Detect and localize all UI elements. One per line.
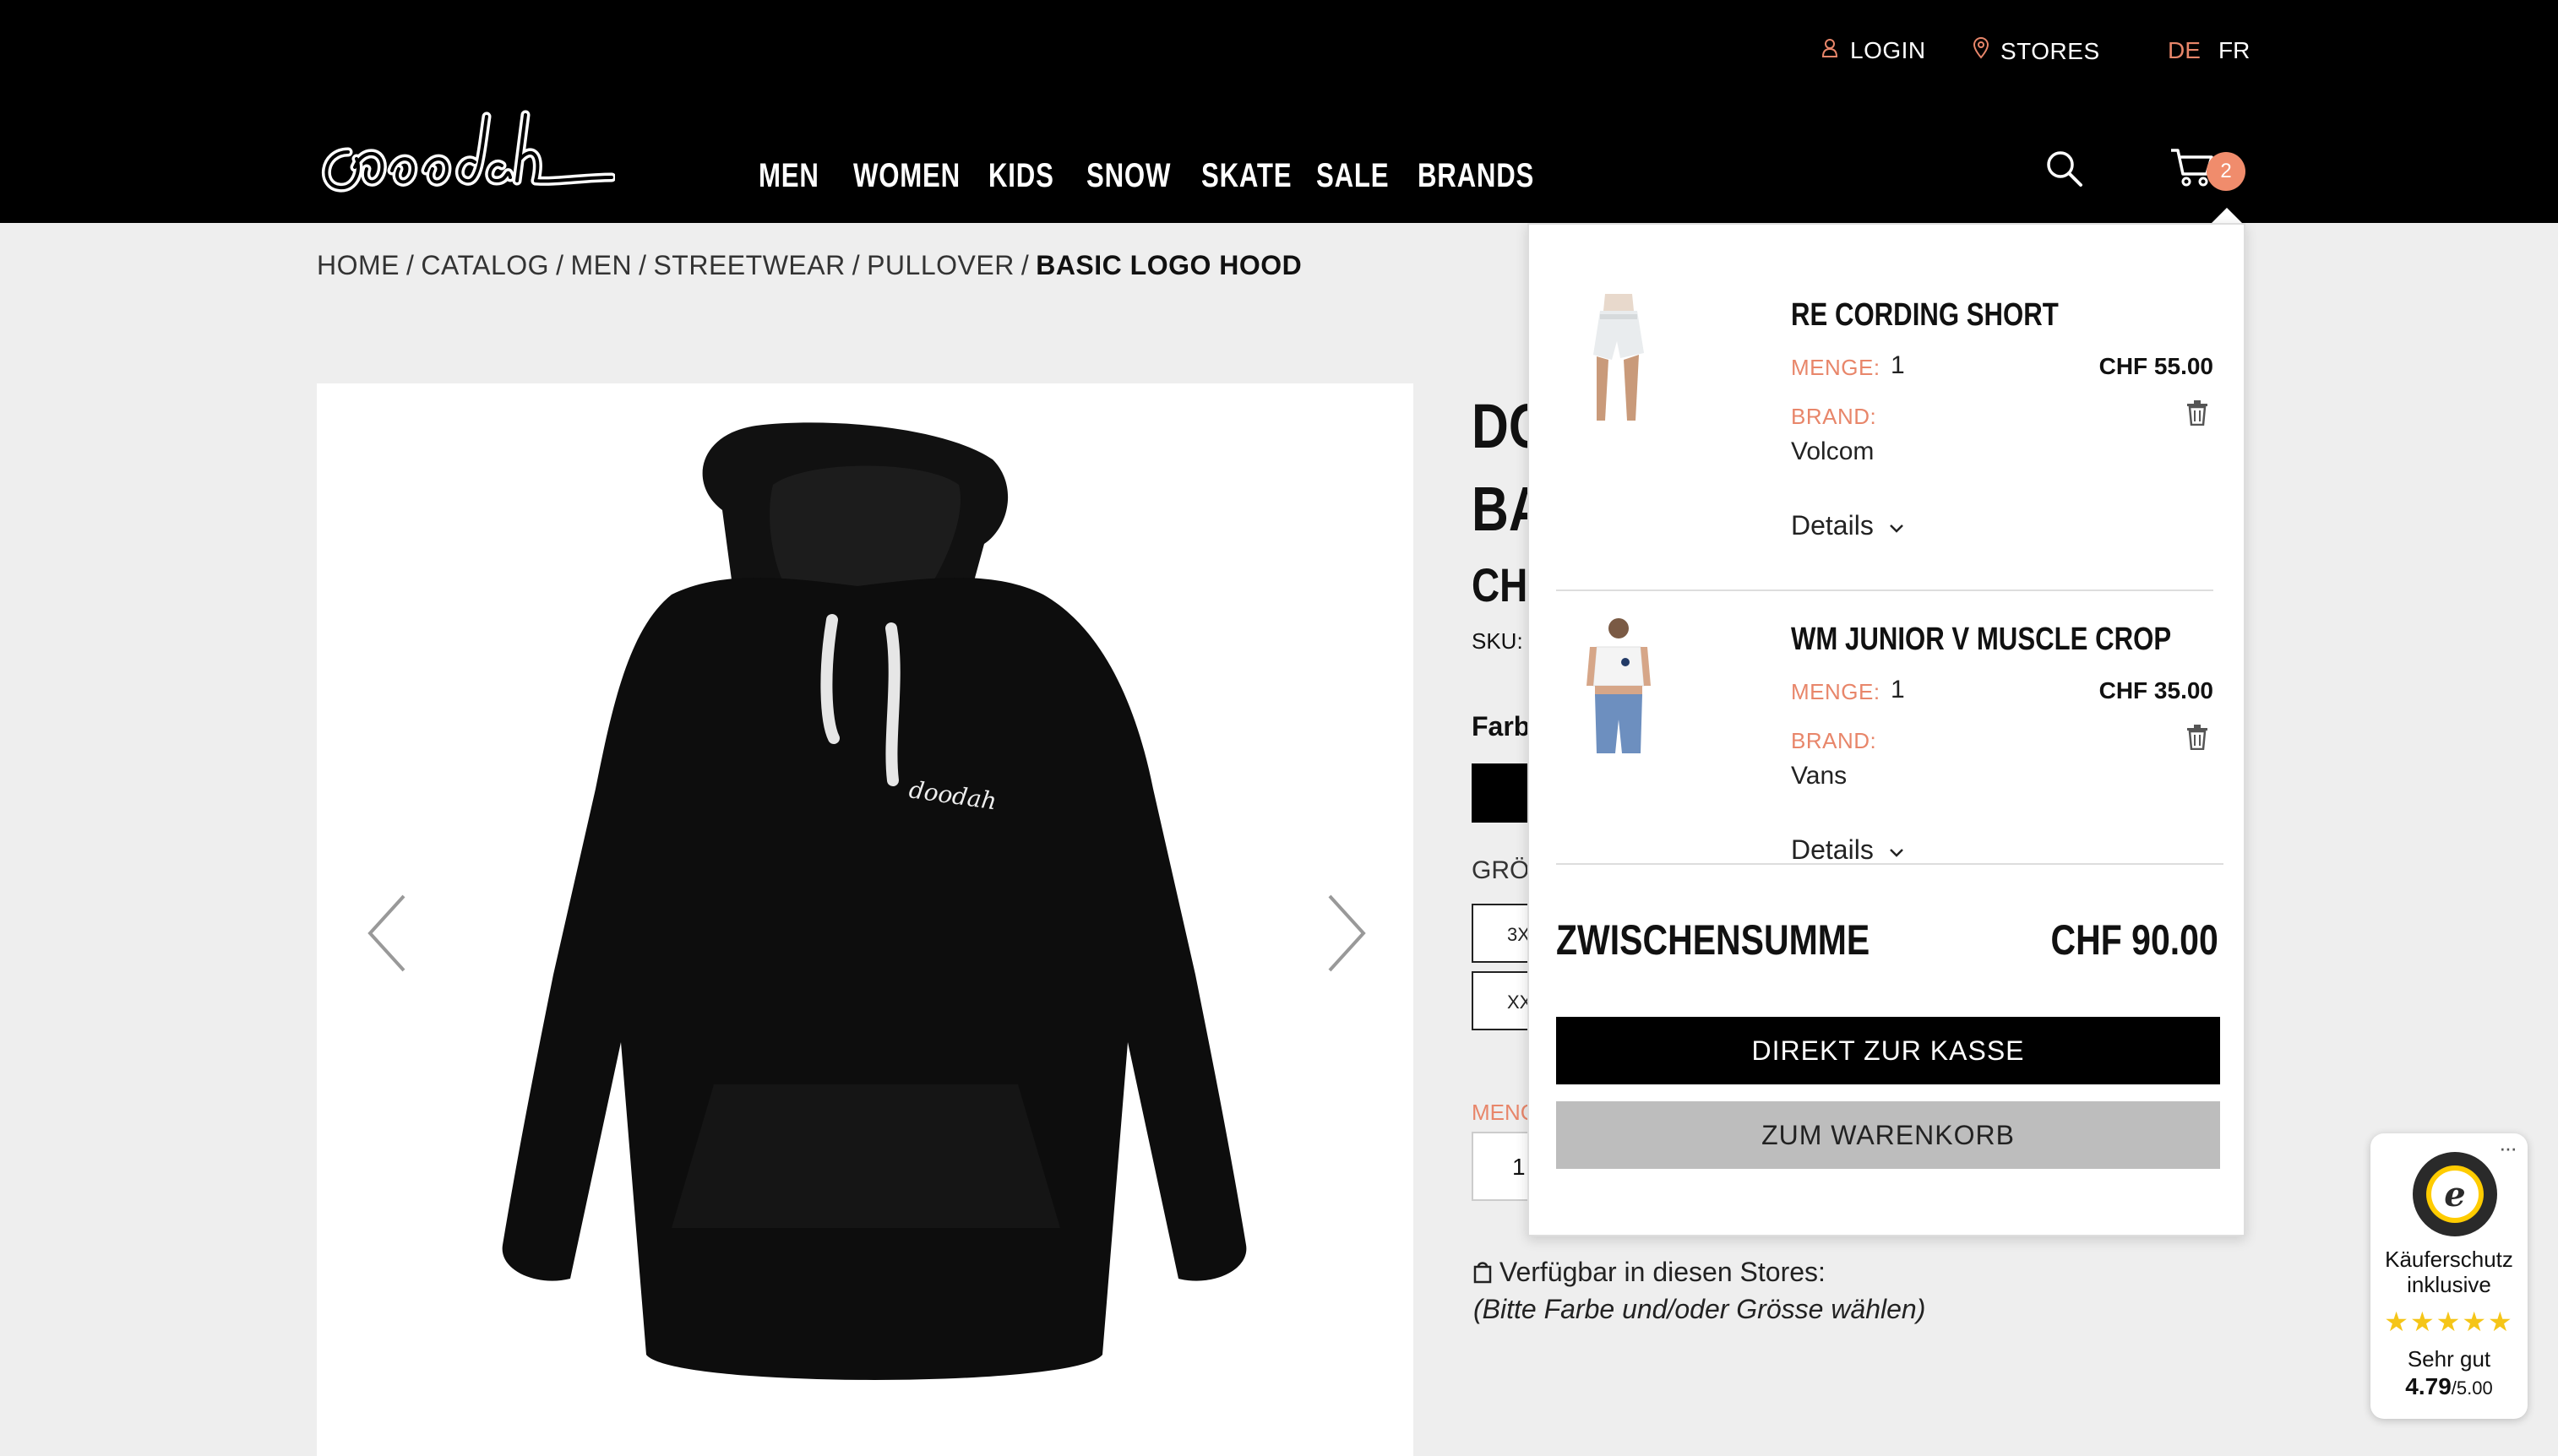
nav-skate[interactable]: SKATE bbox=[1201, 157, 1318, 195]
item-price: CHF 35.00 bbox=[2098, 677, 2213, 704]
nav-brands[interactable]: BRANDS bbox=[1418, 157, 1567, 195]
product-sku-label: SKU: bbox=[1472, 628, 1523, 654]
item-qty-value: 1 bbox=[1891, 351, 1905, 379]
hoodie-image: doodah bbox=[502, 422, 1247, 1380]
breadcrumb-catalog[interactable]: CATALOG bbox=[421, 250, 549, 280]
location-pin-icon bbox=[1973, 36, 1989, 65]
item-qty-value: 1 bbox=[1891, 676, 1905, 704]
cart-count-badge[interactable]: 2 bbox=[2207, 152, 2245, 191]
item-brand-value: Vans bbox=[1791, 762, 1848, 790]
store-availability: Verfügbar in diesen Stores: bbox=[1473, 1257, 1826, 1288]
chevron-down-icon bbox=[1889, 849, 1903, 857]
stores-label: STORES bbox=[2000, 37, 2100, 64]
item-price: CHF 55.00 bbox=[2098, 353, 2213, 379]
more-options-icon[interactable]: ··· bbox=[2499, 1135, 2517, 1161]
checkout-button[interactable]: DIREKT ZUR KASSE bbox=[1556, 1017, 2220, 1084]
user-icon bbox=[1821, 38, 1838, 64]
size-label: GRÖ bbox=[1472, 856, 1530, 884]
login-label: LOGIN bbox=[1850, 37, 1926, 63]
nav-men[interactable]: MEN bbox=[759, 157, 836, 195]
item-name[interactable]: WM JUNIOR V MUSCLE CROP bbox=[1791, 622, 2255, 658]
shopping-bag-icon bbox=[1473, 1262, 1492, 1284]
svg-text:e: e bbox=[2444, 1175, 2465, 1214]
trusted-shops-seal-icon: e bbox=[2413, 1152, 2497, 1236]
doodah-logo[interactable] bbox=[314, 100, 615, 208]
nav-kids[interactable]: KIDS bbox=[988, 157, 1073, 195]
minicart-divider bbox=[1556, 589, 2213, 591]
item-brand-value: Volcom bbox=[1791, 437, 1875, 465]
rating-stars: ★★★★★ bbox=[2384, 1307, 2514, 1337]
store-availability-note: (Bitte Farbe und/oder Grösse wählen) bbox=[1473, 1294, 1926, 1324]
chevron-down-icon bbox=[1889, 524, 1903, 533]
item-brand-label: BRAND: bbox=[1791, 404, 1877, 429]
breadcrumb-current: BASIC LOGO HOOD bbox=[1036, 250, 1303, 280]
trash-icon[interactable] bbox=[2186, 400, 2208, 426]
store-availability-text: Verfügbar in diesen Stores: bbox=[1499, 1257, 1826, 1287]
breadcrumb-home[interactable]: HOME bbox=[317, 250, 400, 280]
lang-de[interactable]: DE bbox=[2168, 37, 2201, 64]
breadcrumb: HOME / CATALOG / MEN / STREETWEAR / PULLOVER / BAS… bbox=[317, 250, 1303, 280]
login-link[interactable]: LOGIN bbox=[1821, 37, 1926, 64]
nav-sale[interactable]: SALE bbox=[1316, 157, 1410, 195]
rating-score: 4.79/5.00 bbox=[2405, 1373, 2493, 1399]
stores-link[interactable]: STORES bbox=[1973, 36, 2100, 65]
trusted-shops-badge[interactable]: ··· e Käuferschutz inklusive ★★★★★ Sehr … bbox=[2370, 1133, 2528, 1419]
item-qty-label: MENGE: bbox=[1791, 679, 1880, 704]
trusted-line1: Käuferschutz bbox=[2385, 1247, 2513, 1272]
breadcrumb-streetwear[interactable]: STREETWEAR bbox=[653, 250, 845, 280]
subtotal-value: CHF 90.00 bbox=[2050, 916, 2218, 964]
color-label: Farb bbox=[1472, 711, 1531, 742]
nav-snow[interactable]: SNOW bbox=[1086, 157, 1195, 195]
gallery-prev-arrow-icon[interactable] bbox=[363, 891, 414, 975]
item-qty-label: MENGE: bbox=[1791, 355, 1880, 380]
minicart-divider bbox=[1556, 863, 2223, 865]
item-details-toggle[interactable]: Details bbox=[1791, 834, 1905, 866]
color-swatch-black[interactable] bbox=[1472, 763, 1531, 823]
search-icon[interactable] bbox=[2046, 150, 2083, 187]
subtotal-label: ZWISCHENSUMME bbox=[1556, 916, 1870, 964]
breadcrumb-men[interactable]: MEN bbox=[570, 250, 632, 280]
view-cart-button[interactable]: ZUM WARENKORB bbox=[1556, 1101, 2220, 1169]
item-details-toggle[interactable]: Details bbox=[1791, 510, 1905, 541]
lang-fr[interactable]: FR bbox=[2218, 37, 2250, 64]
item-brand-label: BRAND: bbox=[1791, 728, 1877, 753]
minicart-dropdown: RE CORDING SHORT MENGE: 1 CHF 55.00 BRAN… bbox=[1527, 223, 2245, 1236]
item-name[interactable]: RE CORDING SHORT bbox=[1791, 297, 2117, 334]
trusted-line2: inklusive bbox=[2407, 1272, 2491, 1297]
rating-label: Sehr gut bbox=[2407, 1346, 2491, 1372]
item-thumbnail[interactable] bbox=[1571, 294, 1664, 429]
product-image-gallery: doodah bbox=[317, 383, 1413, 1456]
item-thumbnail[interactable] bbox=[1571, 618, 1664, 753]
nav-women[interactable]: WOMEN bbox=[853, 157, 991, 195]
site-header: LOGIN STORES DE FR MEN WOMEN KIDS SNOW S… bbox=[0, 0, 2558, 223]
trash-icon[interactable] bbox=[2186, 725, 2208, 750]
breadcrumb-pullover[interactable]: PULLOVER bbox=[867, 250, 1015, 280]
gallery-next-arrow-icon[interactable] bbox=[1320, 891, 1370, 975]
